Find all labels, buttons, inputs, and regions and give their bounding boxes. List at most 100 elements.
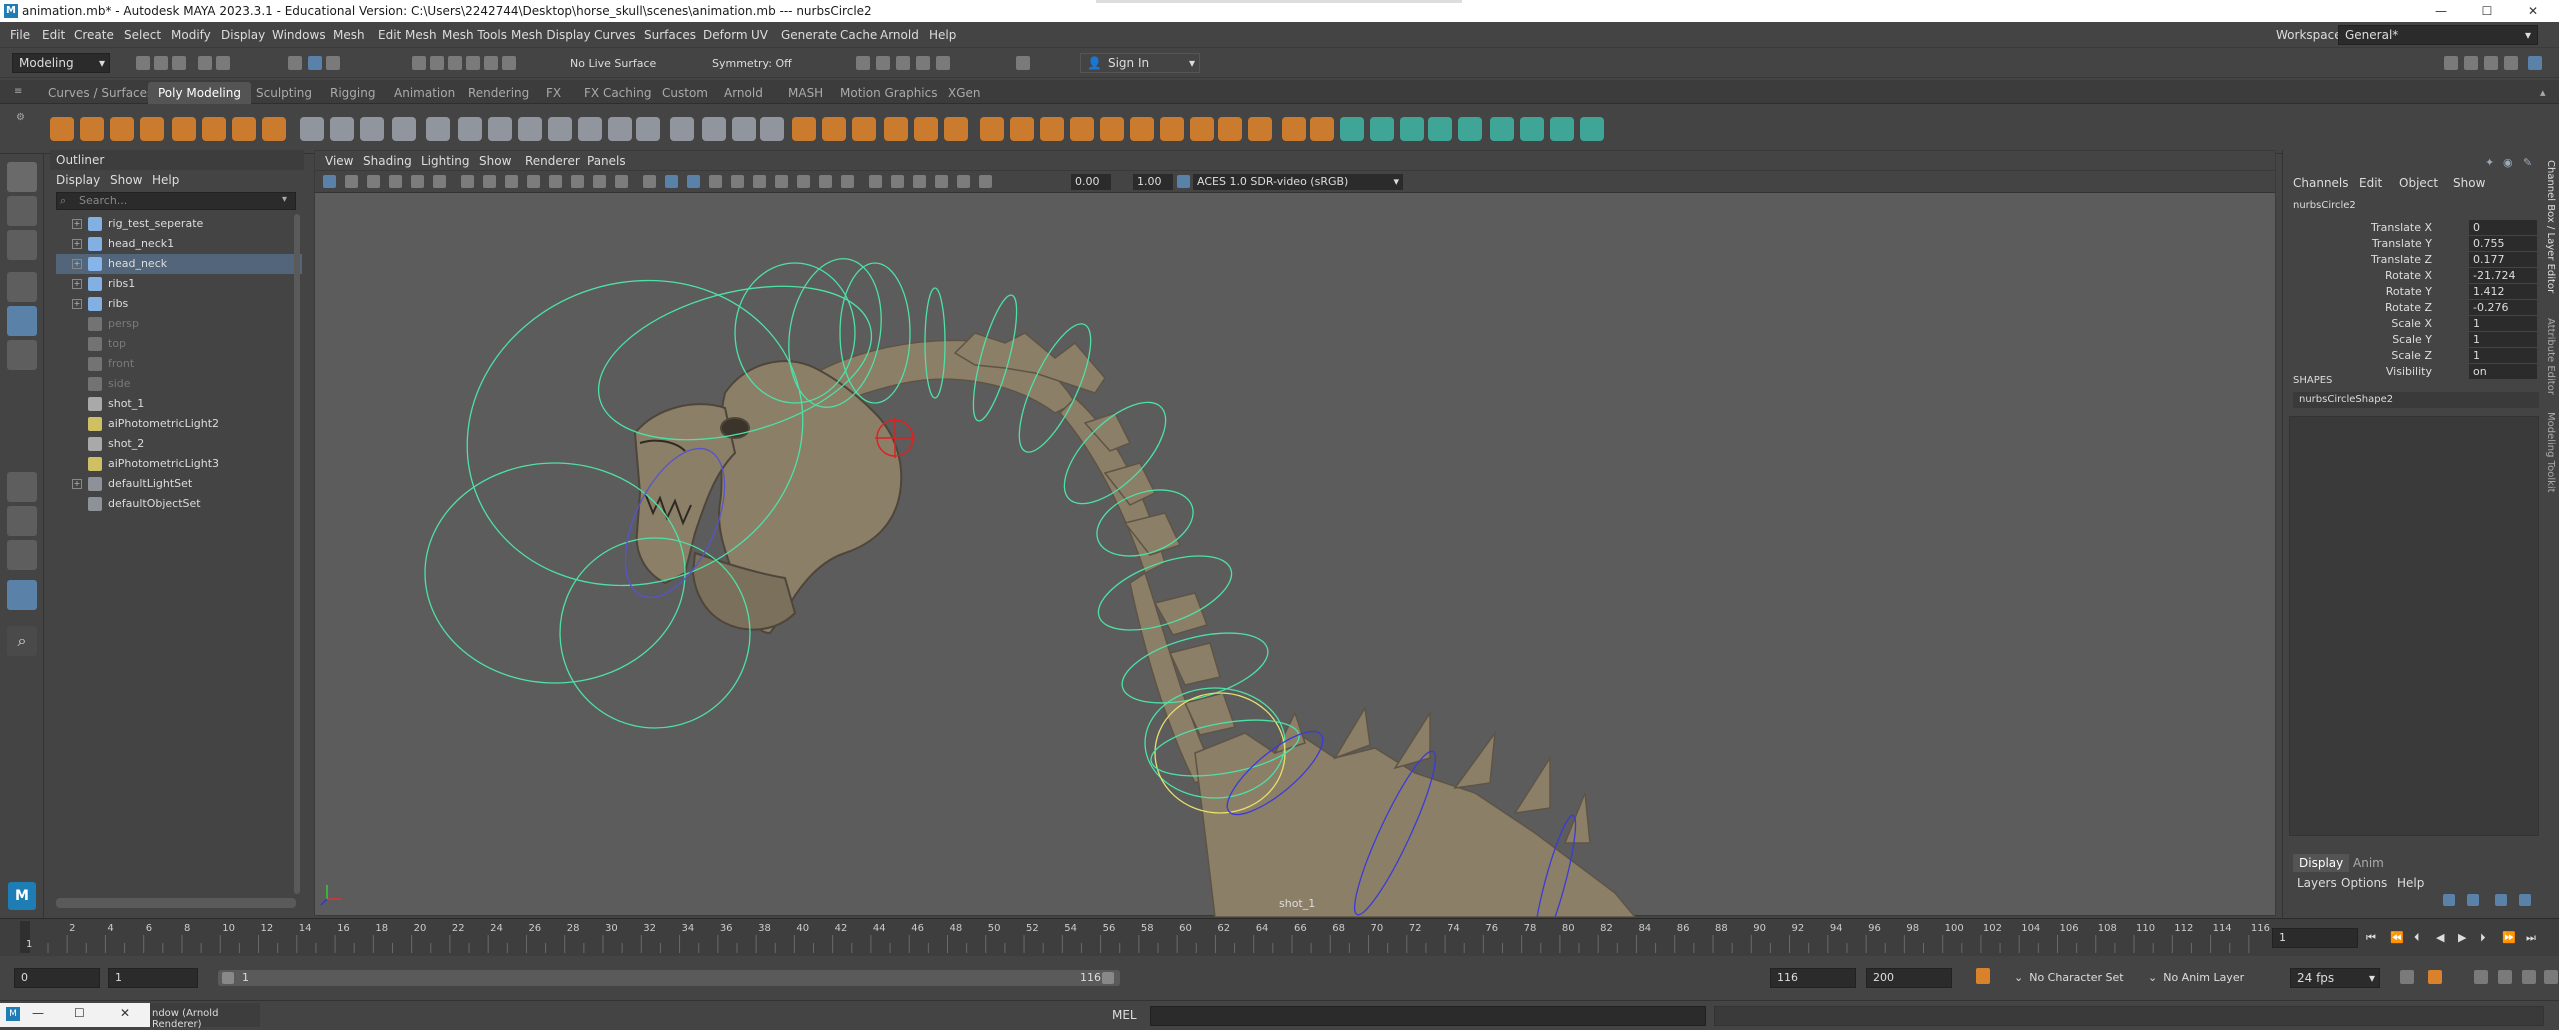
bridge-icon[interactable] [702, 117, 726, 141]
anti-aliasing-icon[interactable] [819, 175, 832, 188]
menu-mesh-tools[interactable]: Mesh Tools [442, 22, 507, 48]
move-layer-up-icon[interactable] [2443, 894, 2455, 906]
animation-prefs-icon[interactable] [2522, 970, 2536, 984]
channel-row[interactable]: Translate X 0 [2283, 220, 2539, 236]
bevel-icon[interactable] [760, 117, 784, 141]
color-management-icon[interactable] [1177, 175, 1190, 188]
channel-row[interactable]: Scale X 1 [2283, 316, 2539, 332]
collapse-icon[interactable] [1130, 117, 1154, 141]
outliner-item[interactable]: + defaultLightSet [56, 474, 302, 494]
step-forward-frame-icon[interactable]: ⏵ [2480, 931, 2486, 945]
character-controls-icon[interactable] [2464, 56, 2478, 70]
bool-union-icon[interactable] [458, 117, 482, 141]
auto-key-icon[interactable] [1976, 968, 1990, 984]
sound-icon[interactable] [2474, 970, 2488, 984]
camera-attributes-icon[interactable] [367, 175, 380, 188]
shadows-icon[interactable] [753, 175, 766, 188]
lock-icon[interactable]: ◉ [2503, 156, 2513, 169]
channel-row[interactable]: Translate Z 0.177 [2283, 252, 2539, 268]
poly-plane-icon[interactable] [202, 117, 226, 141]
channel-box-icon[interactable] [2528, 56, 2542, 70]
make-live-icon[interactable] [980, 117, 1004, 141]
viewport-menu-show[interactable]: Show [479, 154, 511, 168]
step-back-frame-icon[interactable]: ⏴ [2414, 931, 2420, 945]
fps-dropdown[interactable]: 24 fps ▾ [2290, 968, 2380, 988]
merge-icon[interactable] [1160, 117, 1184, 141]
layer-menu-help[interactable]: Help [2397, 876, 2424, 890]
combine-icon[interactable] [548, 117, 572, 141]
outliner-item[interactable]: + ribs [56, 294, 302, 314]
channel-row[interactable]: Scale Y 1 [2283, 332, 2539, 348]
viewport-menu-lighting[interactable]: Lighting [421, 154, 470, 168]
open-scene-icon[interactable] [154, 56, 168, 70]
shelf-tab-poly-modeling[interactable]: Poly Modeling [148, 82, 251, 104]
live-surface-label[interactable]: No Live Surface [570, 57, 656, 70]
new-layer-selected-icon[interactable] [2519, 894, 2531, 906]
side-tab-attribute-editor[interactable]: Attribute Editor [2545, 318, 2556, 395]
target-weld-icon[interactable] [884, 117, 908, 141]
current-frame-field[interactable]: 1 [2272, 928, 2358, 948]
resolution-gate-icon[interactable] [527, 175, 540, 188]
grease-pencil-icon[interactable] [461, 175, 474, 188]
depth-of-field-icon[interactable] [841, 175, 854, 188]
viewport-menu-panels[interactable]: Panels [587, 154, 626, 168]
command-input[interactable] [1150, 1006, 1706, 1026]
save-scene-icon[interactable] [172, 56, 186, 70]
outliner-item[interactable]: side [56, 374, 302, 394]
image-plane-icon[interactable] [411, 175, 424, 188]
poly-sphere-icon[interactable] [50, 117, 74, 141]
menu-generate[interactable]: Generate [781, 22, 837, 48]
outliner-item[interactable]: top [56, 334, 302, 354]
persp-outliner-icon[interactable] [7, 580, 37, 610]
sweep-mesh-icon[interactable] [330, 117, 354, 141]
poly-platonic-icon[interactable] [262, 117, 286, 141]
menu-set-dropdown[interactable]: Modeling ▾ [12, 53, 110, 73]
menu-cache[interactable]: Cache [840, 22, 877, 48]
exposure-field[interactable]: 0.00 [1071, 174, 1111, 190]
scene-end-field[interactable]: 200 [1866, 968, 1952, 988]
outliner-vscrollbar[interactable] [294, 214, 300, 894]
menu-display[interactable]: Display [221, 22, 265, 48]
separate-icon[interactable] [578, 117, 602, 141]
outliner-item[interactable]: defaultObjectSet [56, 494, 302, 514]
move-tool-icon[interactable] [7, 272, 37, 302]
range-end-handle[interactable] [1102, 972, 1114, 984]
single-view-icon[interactable] [7, 472, 37, 502]
minimize-button[interactable]: — [2418, 0, 2464, 22]
outliner-item[interactable]: front [56, 354, 302, 374]
persp-viewport[interactable]: View Shading Lighting Show Renderer Pane… [314, 150, 2276, 917]
modeling-toolkit-icon[interactable] [2444, 56, 2458, 70]
snap-grid-icon[interactable] [412, 56, 426, 70]
select-hierarchy-icon[interactable] [288, 56, 302, 70]
outliner-item[interactable]: persp [56, 314, 302, 334]
new-layer-icon[interactable] [2495, 894, 2507, 906]
poly-cube-icon[interactable] [80, 117, 104, 141]
channel-value-field[interactable]: 1 [2469, 316, 2537, 331]
menu-windows[interactable]: Windows [272, 22, 326, 48]
outliner-layout-icon[interactable] [7, 540, 37, 570]
quadrangulate-icon[interactable] [1458, 117, 1482, 141]
title-search-box[interactable] [1096, 0, 1462, 3]
shelf-tab-rendering[interactable]: Rendering [458, 82, 539, 104]
go-to-start-icon[interactable]: ⏮ [2366, 931, 2376, 945]
shelf-tab-rigging[interactable]: Rigging [320, 82, 385, 104]
maximize-button[interactable]: ☐ [2464, 0, 2510, 22]
outliner-item[interactable]: + rig_test_seperate [56, 214, 302, 234]
snap-surface-icon[interactable] [484, 56, 498, 70]
channel-menu-show[interactable]: Show [2453, 176, 2485, 190]
insert-loop-icon[interactable] [1040, 117, 1064, 141]
split-icon[interactable] [1218, 117, 1242, 141]
menu-uv[interactable]: UV [751, 22, 768, 48]
go-to-end-icon[interactable]: ⏭ [2526, 931, 2536, 945]
wireframe-icon[interactable] [643, 175, 656, 188]
expand-icon[interactable]: + [72, 479, 82, 489]
extract-icon[interactable] [636, 117, 660, 141]
expand-icon[interactable]: + [72, 259, 82, 269]
channel-row[interactable]: Scale Z 1 [2283, 348, 2539, 364]
multi-cut-icon[interactable] [852, 117, 876, 141]
redo-icon[interactable] [216, 56, 230, 70]
shelf-tab-custom[interactable]: Custom [652, 82, 718, 104]
step-back-key-icon[interactable]: ⏪ [2390, 931, 2404, 944]
scene-start-field[interactable]: 0 [14, 968, 100, 988]
expand-icon[interactable]: + [72, 279, 82, 289]
